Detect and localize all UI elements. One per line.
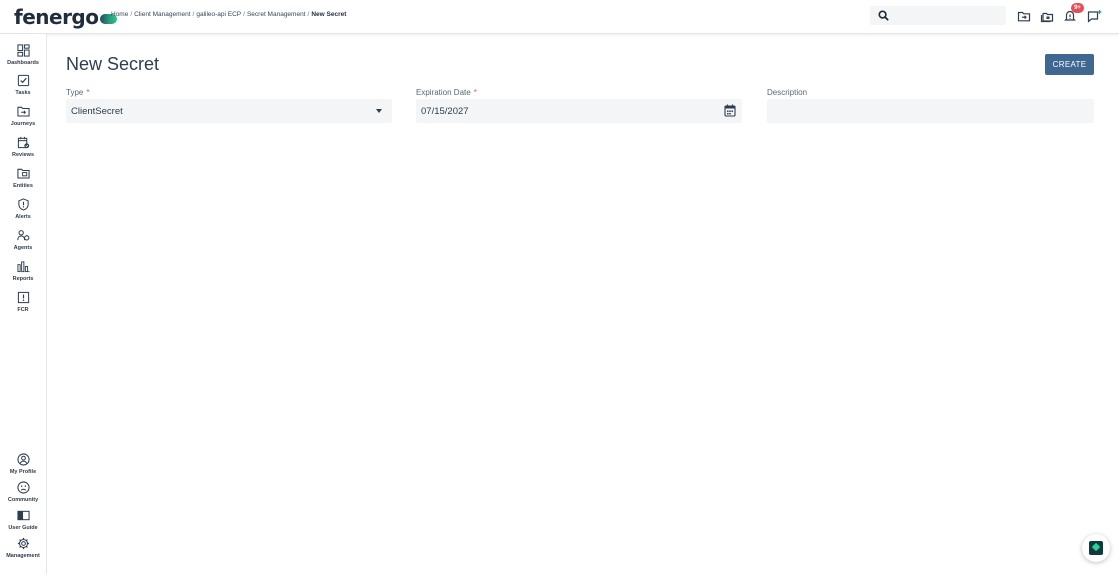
sidebar-item-tasks[interactable]: Tasks <box>0 74 46 104</box>
folder-arrow-icon <box>16 106 30 117</box>
sidebar-item-my-profile[interactable]: My Profile <box>0 453 46 483</box>
logo-text: fenergo <box>14 5 99 29</box>
chevron-down-icon <box>376 109 382 113</box>
description-label: Description <box>767 88 808 97</box>
bar-chart-icon <box>16 261 30 273</box>
sidebar-item-label: Alerts <box>15 214 31 220</box>
fenergo-logo[interactable]: fenergo <box>14 5 117 29</box>
sidebar-item-label: Reviews <box>11 152 34 158</box>
search-icon <box>878 10 889 21</box>
sidebar-item-entities[interactable]: Entities <box>0 167 46 197</box>
sidebar-item-label: My Profile <box>9 469 37 475</box>
user-circle-icon <box>16 453 30 466</box>
breadcrumb-secret-management[interactable]: Secret Management <box>247 11 306 18</box>
sidebar-item-label: Community <box>7 497 39 503</box>
search-input[interactable] <box>892 6 1002 25</box>
expiration-date-field[interactable]: 07/15/2027 <box>416 99 742 123</box>
required-marker: * <box>473 88 477 97</box>
breadcrumb-separator: / <box>192 11 195 18</box>
sidebar-item-label: Journeys <box>10 121 36 127</box>
entity-folder-icon <box>16 168 30 179</box>
sidebar-item-label: FCR <box>17 307 29 313</box>
breadcrumb-separator: / <box>243 11 245 18</box>
expiration-date-value: 07/15/2027 <box>421 106 469 117</box>
sidebar-item-alerts[interactable]: Alerts <box>0 198 46 228</box>
required-marker: * <box>86 88 90 97</box>
shield-alert-icon <box>17 198 29 211</box>
alert-box-icon <box>17 291 29 304</box>
smiley-icon <box>16 481 30 494</box>
gear-icon <box>17 537 29 550</box>
folder-plus-icon[interactable] <box>1017 9 1031 23</box>
sidebar-item-journeys[interactable]: Journeys <box>0 105 46 135</box>
sidebar-item-reviews[interactable]: Reviews <box>0 136 46 166</box>
chat-bot-icon <box>1089 541 1103 555</box>
message-add-icon[interactable] <box>1087 9 1103 23</box>
sidebar-item-label: User Guide <box>8 525 38 531</box>
notification-badge: 9+ <box>1071 3 1084 13</box>
sidebar-item-management[interactable]: Management <box>0 537 46 567</box>
sidebar-item-fcr[interactable]: FCR <box>0 291 46 321</box>
type-label-text: Type <box>66 88 84 97</box>
breadcrumb-separator: / <box>130 11 133 18</box>
expiration-date-label-text: Expiration Date <box>416 88 471 97</box>
type-select[interactable]: ClientSecret <box>66 99 392 123</box>
sidebar-item-label: Dashboards <box>7 60 39 66</box>
sidebar-item-dashboards[interactable]: Dashboards <box>0 44 46 74</box>
breadcrumb-separator: / <box>307 11 310 18</box>
calendar-icon[interactable] <box>724 104 736 117</box>
expiration-date-label: Expiration Date * <box>416 88 477 97</box>
sidebar-item-label: Tasks <box>15 90 31 96</box>
book-icon <box>16 510 30 521</box>
breadcrumb: Home / Client Management / galileo-api ECP / S… <box>111 11 346 18</box>
sidebar-item-community[interactable]: Community <box>0 481 46 511</box>
type-select-value: ClientSecret <box>71 106 123 117</box>
sidebar-item-label: Management <box>6 553 40 559</box>
type-label: Type * <box>66 88 89 97</box>
description-input[interactable] <box>767 99 1094 123</box>
sidebar-item-label: Agents <box>13 245 33 251</box>
create-button[interactable]: CREATE <box>1045 54 1094 75</box>
breadcrumb-current: New Secret <box>311 11 347 18</box>
sidebar-item-agents[interactable]: Agents <box>0 229 46 259</box>
sidebar: Dashboards Tasks Journeys Reviews Entiti… <box>0 34 47 574</box>
agents-icon <box>16 230 29 241</box>
checkbox-icon <box>17 74 29 87</box>
top-bar: fenergo Home / Client Management / galileo-a… <box>0 0 1119 34</box>
breadcrumb-client-management[interactable]: Client Management <box>134 11 190 18</box>
folders-icon[interactable] <box>1040 9 1054 23</box>
breadcrumb-home[interactable]: Home <box>111 11 128 18</box>
search-box[interactable] <box>870 6 1006 25</box>
description-field[interactable] <box>767 99 1094 123</box>
breadcrumb-galileo-api[interactable]: galileo-api ECP <box>196 11 241 18</box>
sidebar-item-reports[interactable]: Reports <box>0 260 46 290</box>
chat-widget-button[interactable] <box>1082 534 1110 562</box>
sidebar-item-user-guide[interactable]: User Guide <box>0 509 46 539</box>
sidebar-item-label: Reports <box>12 276 34 282</box>
calendar-check-icon <box>17 136 29 149</box>
page-title: New Secret <box>66 54 160 74</box>
sidebar-item-label: Entities <box>13 183 33 189</box>
dashboard-icon <box>16 44 30 57</box>
